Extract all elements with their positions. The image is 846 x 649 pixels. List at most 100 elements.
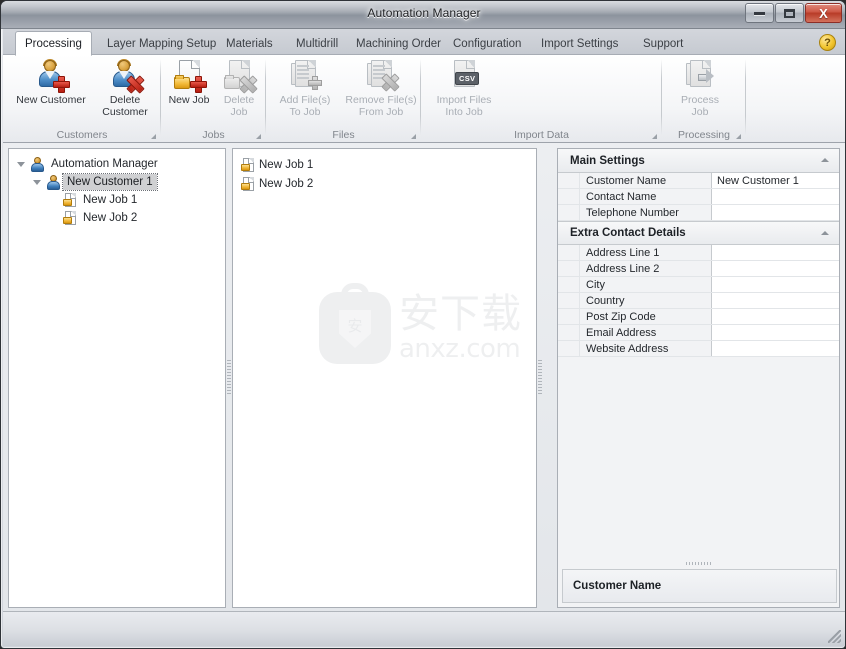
property-label: Address Line 1 bbox=[580, 245, 712, 260]
add-files-to-job-button[interactable]: Add File(s) To Job bbox=[270, 59, 340, 118]
csv-import-icon: CSV bbox=[448, 59, 480, 91]
property-row-post-zip-code[interactable]: Post Zip Code bbox=[558, 309, 839, 325]
delete-customer-button[interactable]: Delete Customer bbox=[95, 59, 155, 118]
row-gutter bbox=[558, 293, 580, 308]
import-files-into-job-label: Import Files Into Job bbox=[436, 94, 492, 118]
property-value[interactable] bbox=[712, 341, 839, 356]
jobs-list-panel[interactable]: New Job 1 New Job 2 安 安下载 anxz.com bbox=[232, 148, 537, 608]
property-row-address-line-2[interactable]: Address Line 2 bbox=[558, 261, 839, 277]
property-value[interactable] bbox=[712, 293, 839, 308]
job-icon bbox=[239, 157, 259, 173]
ribbon-tab-strip: Processing Layer Mapping Setup Materials… bbox=[3, 29, 845, 56]
property-description-box: Customer Name bbox=[562, 569, 837, 603]
tab-support[interactable]: Support bbox=[634, 32, 692, 55]
remove-files-from-job-label: Remove File(s) From Job bbox=[345, 94, 417, 118]
jobs-dialog-launcher-icon[interactable] bbox=[256, 134, 261, 139]
new-job-label: New Job bbox=[168, 94, 210, 106]
customers-dialog-launcher-icon[interactable] bbox=[151, 134, 156, 139]
tree-item-new-job-1[interactable]: New Job 1 bbox=[9, 191, 225, 209]
ribbon-group-files: Add File(s) To Job Remove File(s) From J… bbox=[266, 55, 421, 143]
tab-import-settings[interactable]: Import Settings bbox=[532, 32, 627, 55]
minimize-button[interactable] bbox=[745, 3, 774, 23]
ribbon-group-customers: New Customer Delete Customer Customers bbox=[3, 55, 161, 143]
row-gutter bbox=[558, 341, 580, 356]
property-label: Country bbox=[580, 293, 712, 308]
tab-processing[interactable]: Processing bbox=[15, 31, 92, 56]
property-row-telephone-number[interactable]: Telephone Number bbox=[558, 205, 839, 221]
maximize-button[interactable] bbox=[775, 3, 804, 23]
property-row-website-address[interactable]: Website Address bbox=[558, 341, 839, 357]
ribbon-group-customers-label: Customers bbox=[56, 129, 108, 141]
import-data-dialog-launcher-icon[interactable] bbox=[652, 134, 657, 139]
expander-collapse-icon[interactable] bbox=[29, 174, 45, 190]
processing-dialog-launcher-icon[interactable] bbox=[736, 134, 741, 139]
process-job-button[interactable]: Process Job bbox=[670, 59, 730, 118]
import-files-into-job-button[interactable]: CSV Import Files Into Job bbox=[431, 59, 497, 118]
close-button[interactable]: X bbox=[805, 3, 842, 23]
property-value[interactable] bbox=[712, 325, 839, 340]
row-gutter bbox=[558, 261, 580, 276]
property-value[interactable] bbox=[712, 309, 839, 324]
splitter-grip bbox=[685, 562, 712, 565]
property-value[interactable] bbox=[712, 277, 839, 292]
tab-layer-mapping-setup[interactable]: Layer Mapping Setup bbox=[98, 32, 225, 55]
customer-tree-panel[interactable]: Automation Manager New Customer 1 New Jo… bbox=[8, 148, 226, 608]
list-item-label: New Job 2 bbox=[259, 177, 314, 190]
watermark-logo: 安 安下载 anxz.com bbox=[319, 283, 549, 367]
expander-collapse-icon[interactable] bbox=[13, 156, 29, 172]
property-value[interactable] bbox=[712, 245, 839, 260]
ribbon-group-jobs-label: Jobs bbox=[202, 129, 225, 141]
splitter-jobs-properties[interactable] bbox=[537, 148, 543, 608]
property-value[interactable] bbox=[712, 261, 839, 276]
ribbon-group-import-data-label: Import Data bbox=[514, 129, 569, 141]
delete-customer-label: Delete Customer bbox=[102, 94, 148, 118]
property-section-main-settings[interactable]: Main Settings bbox=[558, 149, 839, 173]
property-section-extra-contact-details[interactable]: Extra Contact Details bbox=[558, 221, 839, 245]
chevron-up-icon[interactable] bbox=[821, 158, 829, 162]
list-item-new-job-1[interactable]: New Job 1 bbox=[233, 155, 536, 174]
row-gutter bbox=[558, 325, 580, 340]
tab-multidrill[interactable]: Multidrill bbox=[287, 32, 347, 55]
property-row-contact-name[interactable]: Contact Name bbox=[558, 189, 839, 205]
watermark-badge-glyph: 安 bbox=[347, 317, 363, 335]
new-job-button[interactable]: New Job bbox=[165, 59, 213, 106]
property-description-title: Customer Name bbox=[573, 580, 662, 592]
properties-panel[interactable]: Main Settings Customer Name New Customer… bbox=[557, 148, 840, 608]
new-customer-label: New Customer bbox=[16, 94, 86, 106]
property-row-address-line-1[interactable]: Address Line 1 bbox=[558, 245, 839, 261]
property-row-country[interactable]: Country bbox=[558, 293, 839, 309]
property-value[interactable]: New Customer 1 bbox=[712, 173, 839, 188]
properties-grid: Main Settings Customer Name New Customer… bbox=[558, 149, 839, 607]
resize-grip-icon[interactable] bbox=[828, 630, 841, 643]
row-gutter bbox=[558, 173, 580, 188]
property-label: Website Address bbox=[580, 341, 712, 356]
property-row-customer-name[interactable]: Customer Name New Customer 1 bbox=[558, 173, 839, 189]
property-label: Post Zip Code bbox=[580, 309, 712, 324]
tab-materials[interactable]: Materials bbox=[217, 32, 282, 55]
ribbon-group-processing: Process Job Processing bbox=[662, 55, 746, 143]
tree-item-label: New Job 1 bbox=[83, 194, 138, 206]
tree-item-new-customer-1[interactable]: New Customer 1 bbox=[9, 173, 225, 191]
property-value[interactable] bbox=[712, 189, 839, 204]
property-row-city[interactable]: City bbox=[558, 277, 839, 293]
delete-job-button[interactable]: Delete Job bbox=[216, 59, 262, 118]
help-icon[interactable]: ? bbox=[819, 34, 836, 51]
files-dialog-launcher-icon[interactable] bbox=[411, 134, 416, 139]
new-customer-button[interactable]: New Customer bbox=[9, 59, 93, 106]
customer-icon bbox=[45, 174, 63, 190]
tab-configuration[interactable]: Configuration bbox=[444, 32, 530, 55]
property-row-email-address[interactable]: Email Address bbox=[558, 325, 839, 341]
property-value[interactable] bbox=[712, 205, 839, 220]
remove-files-from-job-button[interactable]: Remove File(s) From Job bbox=[344, 59, 418, 118]
properties-description-splitter[interactable] bbox=[558, 560, 839, 567]
title-bar[interactable]: Automation Manager X bbox=[1, 1, 845, 29]
tree-item-automation-manager[interactable]: Automation Manager bbox=[9, 155, 225, 173]
watermark-url-text: anxz.com bbox=[399, 334, 521, 364]
tree-item-new-job-2[interactable]: New Job 2 bbox=[9, 209, 225, 227]
process-job-label: Process Job bbox=[681, 94, 719, 118]
chevron-up-icon[interactable] bbox=[821, 231, 829, 235]
minimize-icon bbox=[746, 4, 773, 22]
file-remove-icon bbox=[365, 59, 397, 91]
list-item-new-job-2[interactable]: New Job 2 bbox=[233, 174, 536, 193]
tab-machining-order[interactable]: Machining Order bbox=[347, 32, 450, 55]
